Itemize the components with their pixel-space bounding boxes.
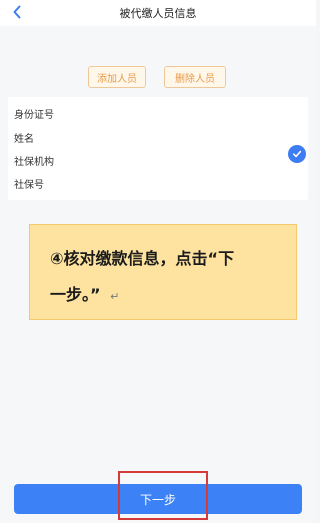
add-person-button[interactable]: 添加人员 xyxy=(88,66,146,88)
delete-person-button[interactable]: 删除人员 xyxy=(164,66,226,88)
nav-bar: 被代缴人员信息 xyxy=(0,0,316,26)
person-info-card[interactable]: 身份证号 姓名 社保机构 社保号 xyxy=(8,97,308,200)
social-security-agency-label: 社保机构 xyxy=(14,157,54,168)
social-security-number-label: 社保号 xyxy=(14,180,44,191)
page-title: 被代缴人员信息 xyxy=(119,7,197,20)
paragraph-mark: ↵ xyxy=(110,290,120,303)
callout-line-2: 一步。” ↵ xyxy=(50,281,119,305)
check-circle-icon[interactable] xyxy=(288,145,306,163)
callout-line-1: ④核对缴款信息，点击“下 xyxy=(50,249,235,268)
page-root: 被代缴人员信息 添加人员 删除人员 身份证号 姓名 社保机构 社保号 ④核对缴款… xyxy=(0,0,316,523)
name-label: 姓名 xyxy=(14,134,34,145)
callout-line-2-text: 一步。” xyxy=(50,285,101,304)
next-step-button[interactable]: 下一步 xyxy=(14,484,302,514)
id-number-label: 身份证号 xyxy=(14,110,54,121)
instruction-callout: ④核对缴款信息，点击“下 一步。” ↵ xyxy=(29,224,297,320)
